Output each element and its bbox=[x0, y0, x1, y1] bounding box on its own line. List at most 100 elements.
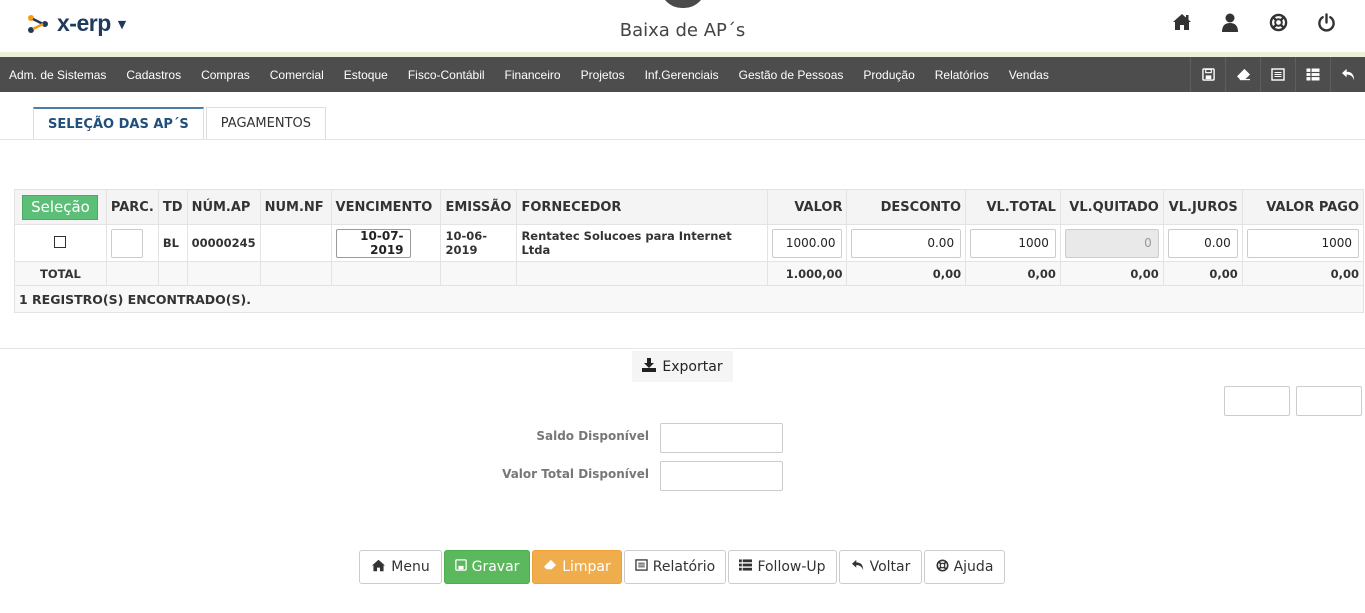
download-icon bbox=[642, 357, 657, 376]
records-found-text: 1 REGISTRO(S) ENCONTRADO(S). bbox=[14, 285, 1364, 313]
menu-item-produ-o[interactable]: Produção bbox=[863, 68, 914, 82]
home-icon[interactable] bbox=[1171, 11, 1193, 33]
selection-button[interactable]: Seleção bbox=[22, 194, 99, 220]
list-icon bbox=[739, 559, 753, 575]
menu-item-financeiro[interactable]: Financeiro bbox=[505, 68, 561, 82]
power-icon[interactable] bbox=[1315, 11, 1337, 33]
gravar-button[interactable]: Gravar bbox=[444, 550, 530, 584]
menu-item-fisco-cont-bil[interactable]: Fisco-Contábil bbox=[408, 68, 485, 82]
report-icon[interactable] bbox=[1260, 57, 1295, 92]
valor-input[interactable]: 1000.00 bbox=[771, 228, 843, 258]
tab-pagamentos[interactable]: PAGAMENTOS bbox=[205, 107, 327, 139]
col-valor: VALOR bbox=[766, 189, 848, 225]
col-emissao: EMISSÃO bbox=[440, 189, 518, 225]
col-parc: PARC. bbox=[105, 189, 159, 225]
gravar-button-label: Gravar bbox=[471, 559, 520, 575]
undo-icon[interactable] bbox=[1330, 57, 1365, 92]
export-label: Exportar bbox=[662, 358, 723, 375]
menu-item-comercial[interactable]: Comercial bbox=[270, 68, 324, 82]
menu-item-inf-gerenciais[interactable]: Inf.Gerenciais bbox=[645, 68, 719, 82]
voltar-button[interactable]: Voltar bbox=[839, 550, 922, 584]
save-icon bbox=[454, 559, 467, 575]
desconto-input[interactable]: 0.00 bbox=[851, 228, 962, 258]
vl-total-cell: 1000 bbox=[965, 224, 1061, 262]
total-desconto: 0,00 bbox=[846, 261, 967, 286]
aux-input-2[interactable] bbox=[1296, 386, 1362, 416]
valor-cell: 1000.00 bbox=[766, 224, 848, 262]
vl-juros-input[interactable]: 0.00 bbox=[1167, 228, 1238, 258]
menu-item-projetos[interactable]: Projetos bbox=[581, 68, 625, 82]
total-valor: 1.000,00 bbox=[766, 261, 848, 286]
menu-button[interactable]: Menu bbox=[359, 550, 442, 584]
report-icon bbox=[635, 559, 648, 575]
eraser-icon[interactable] bbox=[1225, 57, 1260, 92]
aux-input-1[interactable] bbox=[1224, 386, 1290, 416]
num-nf-cell bbox=[259, 224, 332, 262]
limpar-button[interactable]: Limpar bbox=[532, 550, 622, 584]
voltar-button-label: Voltar bbox=[869, 559, 911, 575]
chevron-down-icon: ⌄ bbox=[678, 0, 686, 2]
ap-table: Seleção PARC. TD NÚM.AP NUM.NF VENCIMENT… bbox=[14, 189, 1365, 313]
menu-item-vendas[interactable]: Vendas bbox=[1009, 68, 1049, 82]
records-found-row: 1 REGISTRO(S) ENCONTRADO(S). bbox=[14, 285, 1364, 313]
undo-icon bbox=[851, 559, 865, 575]
emissao-cell: 10-06-2019 bbox=[440, 224, 518, 262]
saldo-input[interactable] bbox=[660, 423, 783, 453]
section-divider bbox=[0, 348, 1365, 349]
menu-item-cadastros[interactable]: Cadastros bbox=[126, 68, 181, 82]
vencimento-cell: 10-07-2019 bbox=[330, 224, 442, 262]
row-checkbox[interactable] bbox=[54, 235, 67, 248]
col-valor-pago: VALOR PAGO bbox=[1241, 189, 1365, 225]
main-menu-bar: Adm. de Sistemas Cadastros Compras Comercia… bbox=[0, 57, 1365, 92]
col-desconto: DESCONTO bbox=[846, 189, 967, 225]
col-vl-total: VL.TOTAL bbox=[965, 189, 1061, 225]
tab-selecao[interactable]: SELEÇÃO DAS AP´S bbox=[33, 107, 204, 139]
col-fornecedor: FORNECEDOR bbox=[516, 189, 768, 225]
col-vl-quitado: VL.QUITADO bbox=[1059, 189, 1164, 225]
action-bar: Menu Gravar Limpar Relatório Follow-Up V… bbox=[359, 550, 1005, 584]
menu-item-relat-rios[interactable]: Relatórios bbox=[935, 68, 989, 82]
export-button[interactable]: Exportar bbox=[632, 351, 733, 382]
menu-item-adm-de-sistemas[interactable]: Adm. de Sistemas bbox=[9, 68, 106, 82]
eraser-icon bbox=[543, 559, 557, 575]
vencimento-input[interactable]: 10-07-2019 bbox=[335, 228, 411, 258]
parc-cell bbox=[105, 224, 159, 262]
col-num-nf: NUM.NF bbox=[259, 189, 332, 225]
menu-item-gest-o-de-pessoas[interactable]: Gestão de Pessoas bbox=[739, 68, 844, 82]
home-icon bbox=[371, 559, 386, 576]
td-cell: BL bbox=[157, 224, 188, 262]
parc-input[interactable] bbox=[110, 228, 143, 258]
menu-item-compras[interactable]: Compras bbox=[201, 68, 250, 82]
ajuda-button[interactable]: Ajuda bbox=[924, 550, 1005, 584]
selection-header: Seleção bbox=[14, 189, 107, 225]
table-row: BL 00000245 10-07-2019 10-06-2019 Rentat… bbox=[14, 224, 1365, 262]
ajuda-button-label: Ajuda bbox=[953, 559, 994, 575]
lifebuoy-icon[interactable] bbox=[1267, 11, 1289, 33]
lifebuoy-icon bbox=[936, 558, 949, 576]
page-title: Baixa de AP´s bbox=[619, 20, 746, 41]
menu-item-estoque[interactable]: Estoque bbox=[344, 68, 388, 82]
valor-pago-input[interactable]: 1000 bbox=[1246, 228, 1359, 258]
valor-total-input[interactable] bbox=[660, 461, 783, 491]
relatorio-button[interactable]: Relatório bbox=[624, 550, 726, 584]
vl-quitado-cell: 0 bbox=[1059, 224, 1164, 262]
total-vl-juros: 0,00 bbox=[1162, 261, 1243, 286]
vl-total-input[interactable]: 1000 bbox=[970, 228, 1056, 258]
follow-up-button[interactable]: Follow-Up bbox=[728, 550, 837, 584]
num-ap-cell: 00000245 bbox=[186, 224, 261, 262]
valor-total-label: Valor Total Disponível bbox=[502, 467, 649, 481]
limpar-button-label: Limpar bbox=[562, 559, 611, 575]
collapse-toggle[interactable]: ⌄ bbox=[660, 0, 706, 8]
save-icon[interactable] bbox=[1190, 57, 1225, 92]
table-icon[interactable] bbox=[1295, 57, 1330, 92]
user-icon[interactable] bbox=[1219, 11, 1241, 33]
total-label: TOTAL bbox=[14, 261, 107, 286]
col-vencimento: VENCIMENTO bbox=[330, 189, 442, 225]
saldo-label: Saldo Disponível bbox=[536, 429, 649, 443]
vl-juros-cell: 0.00 bbox=[1162, 224, 1243, 262]
col-vl-juros: VL.JUROS bbox=[1162, 189, 1243, 225]
table-header-row: Seleção PARC. TD NÚM.AP NUM.NF VENCIMENT… bbox=[14, 189, 1365, 225]
col-td: TD bbox=[157, 189, 188, 225]
follow-up-button-label: Follow-Up bbox=[757, 559, 826, 575]
col-num-ap: NÚM.AP bbox=[186, 189, 261, 225]
